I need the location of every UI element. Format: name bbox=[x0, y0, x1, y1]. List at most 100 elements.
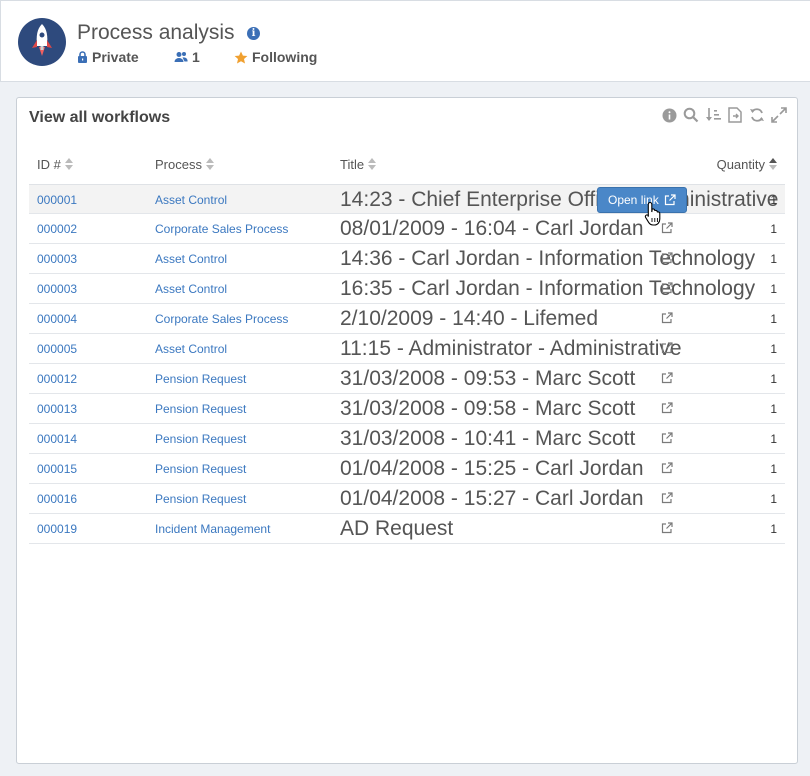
table-row[interactable]: 000003 Asset Control 14:36 - Carl Jordan -… bbox=[29, 244, 785, 274]
column-label: Quantity bbox=[716, 156, 765, 172]
row-id-link[interactable]: 000015 bbox=[37, 454, 77, 484]
info-icon[interactable] bbox=[661, 107, 677, 123]
row-id-link[interactable]: 000003 bbox=[37, 244, 77, 274]
table-row[interactable]: 000001 Asset Control 14:23 - Chief Enterpr… bbox=[29, 184, 785, 214]
external-link-icon[interactable] bbox=[661, 402, 673, 414]
sort-icon[interactable] bbox=[705, 107, 721, 123]
row-process-link[interactable]: Asset Control bbox=[155, 185, 227, 215]
row-title-link[interactable]: 01/04/2008 - 15:25 - Carl Jordan bbox=[340, 454, 644, 484]
following-label: Following bbox=[252, 49, 318, 65]
external-link-icon[interactable] bbox=[661, 462, 673, 474]
users-icon bbox=[174, 52, 188, 62]
privacy-label: Private bbox=[92, 49, 139, 65]
row-title-link[interactable]: 31/03/2008 - 09:53 - Marc Scott bbox=[340, 364, 635, 394]
row-process-link[interactable]: Incident Management bbox=[155, 514, 270, 544]
row-process-link[interactable]: Corporate Sales Process bbox=[155, 214, 288, 244]
search-icon[interactable] bbox=[683, 107, 699, 123]
table-row[interactable]: 000005 Asset Control 11:15 - Administrator… bbox=[29, 334, 785, 364]
row-process-link[interactable]: Pension Request bbox=[155, 424, 246, 454]
sort-arrows-icon bbox=[368, 158, 377, 170]
table-row[interactable]: 000012 Pension Request 31/03/2008 - 09:53 … bbox=[29, 364, 785, 394]
table-row[interactable]: 000016 Pension Request 01/04/2008 - 15:27 … bbox=[29, 484, 785, 514]
row-process-link[interactable]: Asset Control bbox=[155, 274, 227, 304]
row-quantity: 1 bbox=[770, 252, 777, 266]
row-id-link[interactable]: 000003 bbox=[37, 274, 77, 304]
row-process-link[interactable]: Pension Request bbox=[155, 364, 246, 394]
row-title-link[interactable]: 14:36 - Carl Jordan - Information Techno… bbox=[340, 244, 755, 274]
row-title-link[interactable]: 31/03/2008 - 10:41 - Marc Scott bbox=[340, 424, 635, 454]
row-title-link[interactable]: AD Request bbox=[340, 514, 453, 544]
row-id-link[interactable]: 000001 bbox=[37, 185, 77, 215]
page-header: Process analysis i Private 1 Following bbox=[0, 0, 810, 82]
row-title-link[interactable]: 11:15 - Administrator - Administrative bbox=[340, 334, 682, 364]
row-quantity: 1 bbox=[770, 342, 777, 356]
table-row[interactable]: 000015 Pension Request 01/04/2008 - 15:25 … bbox=[29, 454, 785, 484]
row-id-link[interactable]: 000012 bbox=[37, 364, 77, 394]
row-quantity: 1 bbox=[770, 282, 777, 296]
external-link-icon[interactable] bbox=[661, 222, 673, 234]
row-quantity: 1 bbox=[770, 402, 777, 416]
row-title-link[interactable]: 14:23 - Chief Enterprise Officer - Admin… bbox=[340, 185, 778, 215]
row-quantity: 1 bbox=[770, 492, 777, 506]
row-id-link[interactable]: 000014 bbox=[37, 424, 77, 454]
lock-icon bbox=[78, 51, 87, 63]
row-quantity: 1 bbox=[770, 522, 777, 536]
column-header-quantity[interactable]: Quantity bbox=[717, 154, 777, 174]
row-id-link[interactable]: 000005 bbox=[37, 334, 77, 364]
table-row[interactable]: 000004 Corporate Sales Process 2/10/2009 -… bbox=[29, 304, 785, 334]
external-link-icon bbox=[664, 194, 676, 206]
row-process-link[interactable]: Corporate Sales Process bbox=[155, 304, 288, 334]
row-id-link[interactable]: 000004 bbox=[37, 304, 77, 334]
column-label: ID # bbox=[37, 156, 61, 172]
table-header: ID # Process Title Quantity bbox=[29, 154, 785, 186]
privacy-status: Private bbox=[77, 48, 139, 66]
external-link-icon[interactable] bbox=[661, 372, 673, 384]
external-link-icon[interactable] bbox=[661, 522, 673, 534]
expand-icon[interactable] bbox=[771, 107, 787, 123]
card-title: View all workflows bbox=[29, 109, 171, 126]
external-link-icon[interactable] bbox=[661, 342, 673, 354]
external-link-icon[interactable] bbox=[661, 252, 673, 264]
row-title-link[interactable]: 16:35 - Carl Jordan - Information Techno… bbox=[340, 274, 755, 304]
column-header-id[interactable]: ID # bbox=[37, 154, 73, 174]
table-row[interactable]: 000019 Incident Management AD Request 1 bbox=[29, 514, 785, 544]
row-title-link[interactable]: 31/03/2008 - 09:58 - Marc Scott bbox=[340, 394, 635, 424]
row-process-link[interactable]: Asset Control bbox=[155, 244, 227, 274]
external-link-icon[interactable] bbox=[661, 492, 673, 504]
external-link-icon[interactable] bbox=[661, 432, 673, 444]
row-quantity: 1 bbox=[770, 312, 777, 326]
row-process-link[interactable]: Pension Request bbox=[155, 484, 246, 514]
table-row[interactable]: 000014 Pension Request 31/03/2008 - 10:41 … bbox=[29, 424, 785, 454]
sort-arrows-icon bbox=[205, 158, 214, 170]
column-header-title[interactable]: Title bbox=[340, 154, 377, 174]
row-quantity: 1 bbox=[770, 372, 777, 386]
open-link-button[interactable]: Open link bbox=[597, 187, 687, 213]
row-title-link[interactable]: 01/04/2008 - 15:27 - Carl Jordan bbox=[340, 484, 644, 514]
workflows-table: 000001 Asset Control 14:23 - Chief Enterpr… bbox=[29, 184, 785, 544]
table-row[interactable]: 000013 Pension Request 31/03/2008 - 09:58 … bbox=[29, 394, 785, 424]
table-row[interactable]: 000002 Corporate Sales Process 08/01/2009 … bbox=[29, 214, 785, 244]
table-row[interactable]: 000003 Asset Control 16:35 - Carl Jordan -… bbox=[29, 274, 785, 304]
rocket-icon bbox=[32, 24, 52, 56]
row-id-link[interactable]: 000016 bbox=[37, 484, 77, 514]
external-link-icon[interactable] bbox=[661, 282, 673, 294]
row-id-link[interactable]: 000019 bbox=[37, 514, 77, 544]
row-process-link[interactable]: Asset Control bbox=[155, 334, 227, 364]
row-id-link[interactable]: 000002 bbox=[37, 214, 77, 244]
members-count[interactable]: 1 bbox=[174, 48, 200, 66]
refresh-icon[interactable] bbox=[749, 107, 765, 123]
column-header-process[interactable]: Process bbox=[155, 154, 214, 174]
row-id-link[interactable]: 000013 bbox=[37, 394, 77, 424]
row-quantity: 1 bbox=[770, 462, 777, 476]
external-link-icon[interactable] bbox=[661, 312, 673, 324]
row-process-link[interactable]: Pension Request bbox=[155, 454, 246, 484]
row-title-link[interactable]: 08/01/2009 - 16:04 - Carl Jordan bbox=[340, 214, 644, 244]
export-icon[interactable] bbox=[727, 107, 743, 123]
row-title-link[interactable]: 2/10/2009 - 14:40 - Lifemed bbox=[340, 304, 598, 334]
row-process-link[interactable]: Pension Request bbox=[155, 394, 246, 424]
column-label: Process bbox=[155, 156, 202, 172]
star-icon bbox=[234, 51, 248, 63]
info-icon[interactable]: i bbox=[247, 27, 260, 40]
row-quantity: 1 bbox=[770, 193, 777, 207]
following-toggle[interactable]: Following bbox=[234, 48, 317, 66]
